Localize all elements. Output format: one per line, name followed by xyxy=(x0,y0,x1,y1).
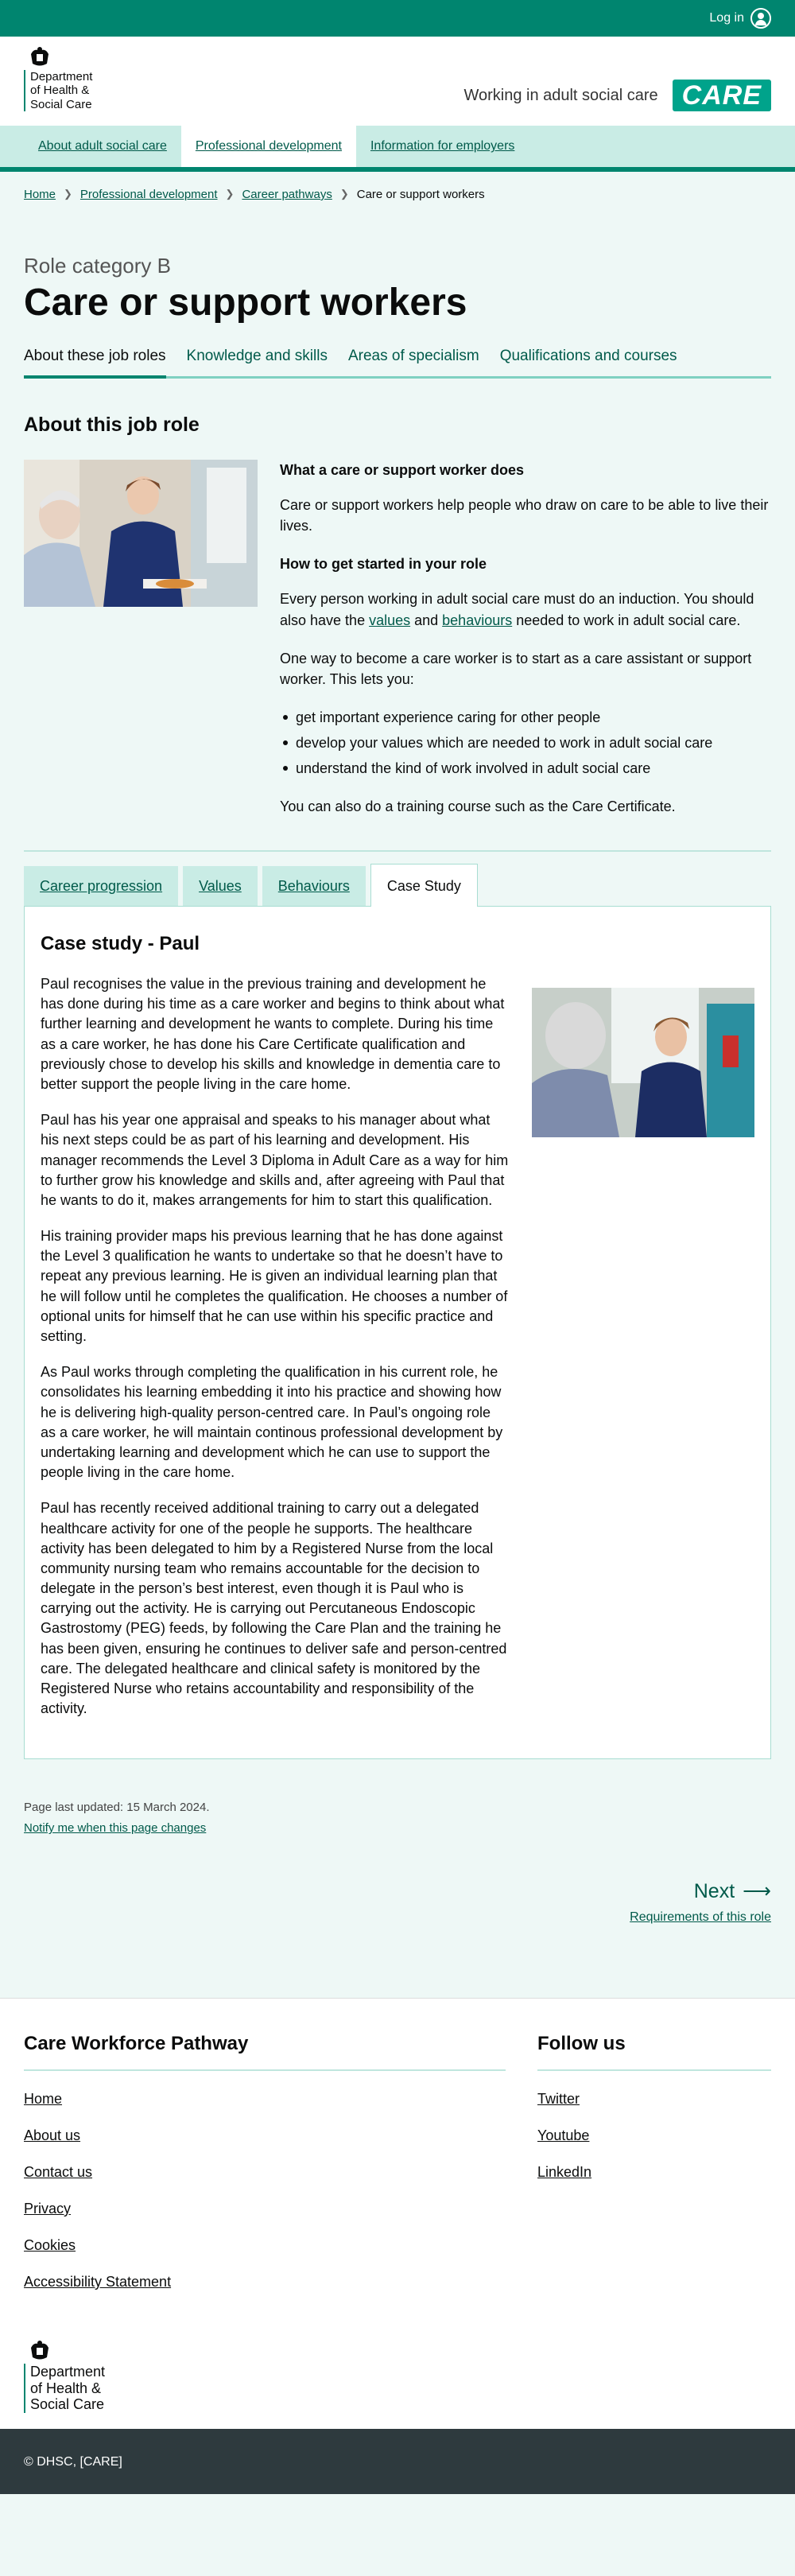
care-brand-link[interactable]: Working in adult social care CARE xyxy=(463,80,771,111)
breadcrumb: Home ❯ Professional development ❯ Career… xyxy=(0,172,795,204)
footer-link-linkedin[interactable]: LinkedIn xyxy=(537,2164,591,2180)
case-paragraph: His training provider maps his previous … xyxy=(41,1228,508,1345)
benefits-list: get important experience caring for othe… xyxy=(280,707,771,779)
footer-column-pathway: Care Workforce Pathway Home About us Con… xyxy=(24,2030,506,2308)
footer-heading: Care Workforce Pathway xyxy=(24,2030,506,2071)
list-item: develop your values which are needed to … xyxy=(280,732,771,753)
page-title: Care or support workers xyxy=(24,282,467,324)
dhsc-line: of Health & xyxy=(30,84,90,98)
user-icon xyxy=(750,8,771,29)
tab-career-progression[interactable]: Career progression xyxy=(24,866,179,907)
next-page-nav: Next ⟶ Requirements of this role xyxy=(24,1877,771,1925)
arrow-right-icon: ⟶ xyxy=(743,1880,771,1903)
breadcrumb-professional-development[interactable]: Professional development xyxy=(80,186,218,204)
site-tagline: Working in adult social care xyxy=(463,86,658,104)
footer-link-contact-us[interactable]: Contact us xyxy=(24,2164,92,2180)
breadcrumb-career-pathways[interactable]: Career pathways xyxy=(242,186,332,204)
footer-link-home[interactable]: Home xyxy=(24,2091,62,2107)
footer-link-cookies[interactable]: Cookies xyxy=(24,2237,76,2253)
nav-information-for-employers[interactable]: Information for employers xyxy=(356,126,529,167)
values-link[interactable]: values xyxy=(369,612,410,628)
job-role-text: What a care or support worker does Care … xyxy=(280,460,771,834)
dhsc-wordmark: Department of Health & Social Care xyxy=(24,2364,106,2414)
site-footer: Care Workforce Pathway Home About us Con… xyxy=(0,1997,795,2430)
breadcrumb-current: Care or support workers xyxy=(356,188,485,201)
dhsc-line: Department xyxy=(30,70,93,84)
case-paragraph: As Paul works through completing the qua… xyxy=(41,1364,503,1481)
tab-values[interactable]: Values xyxy=(183,866,258,907)
chevron-right-icon: ❯ xyxy=(64,188,72,200)
copyright-bar: © DHSC, [CARE] xyxy=(0,2429,795,2495)
case-study-body: Paul recognises the value in the previou… xyxy=(41,974,754,1719)
copyright-text: © DHSC, [CARE] xyxy=(24,2454,122,2469)
role-category-caption: Role category B xyxy=(24,253,171,278)
subtab-qualifications-and-courses[interactable]: Qualifications and courses xyxy=(500,345,677,376)
page-last-updated: Page last updated: 15 March 2024. xyxy=(24,1801,210,1815)
dhsc-line: Department xyxy=(30,2364,106,2380)
dhsc-line: Social Care xyxy=(30,2396,105,2413)
next-page-title[interactable]: Requirements of this role xyxy=(24,1908,771,1926)
role-subnavigation: About these job roles Knowledge and skil… xyxy=(24,345,771,379)
list-item: understand the kind of work involved in … xyxy=(280,758,771,779)
case-study-heading: Case study - Paul xyxy=(41,933,200,955)
how-heading: How to get started in your role xyxy=(280,556,487,573)
case-study-panel: Case study - Paul Paul recognises the va… xyxy=(24,906,771,1760)
case-paragraph: Paul has recently received additional tr… xyxy=(41,1500,507,1717)
chevron-right-icon: ❯ xyxy=(225,188,235,200)
main-navigation: About adult social care Professional dev… xyxy=(0,126,795,172)
tab-case-study[interactable]: Case Study xyxy=(370,864,478,907)
dhsc-line: Social Care xyxy=(30,97,92,111)
royal-crest-icon xyxy=(28,46,52,68)
tab-behaviours[interactable]: Behaviours xyxy=(262,866,366,907)
footer-column-follow: Follow us Twitter Youtube LinkedIn xyxy=(537,2030,771,2308)
royal-crest-icon xyxy=(28,2340,52,2362)
list-item: get important experience caring for othe… xyxy=(280,707,771,728)
footer-link-twitter[interactable]: Twitter xyxy=(537,2091,580,2107)
job-role-section: What a care or support worker does Care … xyxy=(24,460,771,834)
dhsc-logo[interactable]: Department of Health & Social Care xyxy=(24,46,92,111)
case-paragraph: Paul recognises the value in the previou… xyxy=(41,976,505,1092)
what-heading: What a care or support worker does xyxy=(280,462,525,479)
footer-link-privacy[interactable]: Privacy xyxy=(24,2201,71,2217)
next-link[interactable]: Next ⟶ xyxy=(694,1877,771,1906)
footer-heading: Follow us xyxy=(537,2030,771,2071)
notify-me-link[interactable]: Notify me when this page changes xyxy=(24,1820,206,1837)
info-tabs: Career progression Values Behaviours Cas… xyxy=(24,864,771,907)
how-text-training: You can also do a training course such a… xyxy=(280,798,676,815)
footer-link-youtube[interactable]: Youtube xyxy=(537,2127,589,2143)
text-segment: needed to work in adult social care. xyxy=(512,612,741,628)
about-heading: About this job role xyxy=(24,413,200,436)
behaviours-link[interactable]: behaviours xyxy=(442,612,512,628)
footer-link-about-us[interactable]: About us xyxy=(24,2127,80,2143)
section-divider xyxy=(24,850,771,853)
what-text: Care or support workers help people who … xyxy=(280,497,769,534)
case-paragraph: Paul has his year one appraisal and spea… xyxy=(41,1112,509,1208)
site-header: Department of Health & Social Care Worki… xyxy=(0,37,795,126)
login-label: Log in xyxy=(709,11,744,25)
dhsc-line: of Health & xyxy=(30,2380,102,2396)
care-logo: CARE xyxy=(672,80,771,111)
footer-link-accessibility[interactable]: Accessibility Statement xyxy=(24,2274,171,2290)
login-link[interactable]: Log in xyxy=(709,8,771,29)
dhsc-wordmark: Department of Health & Social Care xyxy=(24,70,92,111)
subtab-about-these-job-roles[interactable]: About these job roles xyxy=(24,345,166,379)
footer-dhsc-logo[interactable]: Department of Health & Social Care xyxy=(24,2340,106,2414)
text-segment: and xyxy=(410,612,443,628)
subtab-areas-of-specialism[interactable]: Areas of specialism xyxy=(348,345,479,376)
how-text-induction: Every person working in adult social car… xyxy=(280,589,771,630)
top-bar: Log in xyxy=(0,0,795,37)
nav-about-adult-social-care[interactable]: About adult social care xyxy=(24,126,181,167)
next-label: Next xyxy=(693,1880,735,1903)
care-worker-photo xyxy=(24,460,258,608)
nav-professional-development[interactable]: Professional development xyxy=(180,126,356,167)
paul-case-study-photo xyxy=(532,988,754,1138)
case-study-text: Paul recognises the value in the previou… xyxy=(41,974,510,1719)
chevron-right-icon: ❯ xyxy=(339,188,349,200)
breadcrumb-home[interactable]: Home xyxy=(24,186,56,204)
subtab-knowledge-and-skills[interactable]: Knowledge and skills xyxy=(187,345,328,376)
how-text-start: One way to become a care worker is to st… xyxy=(280,650,752,687)
